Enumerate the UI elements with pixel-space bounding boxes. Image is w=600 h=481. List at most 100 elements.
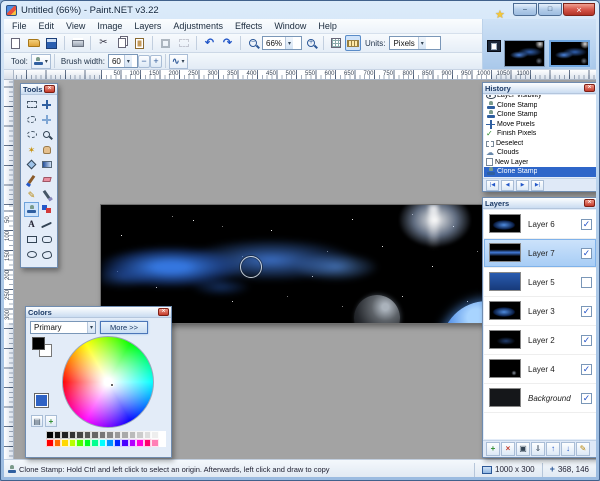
utilities-star-icon[interactable]: ★ [495,10,505,21]
selected-color-swatch[interactable] [34,393,49,408]
tool-clone-stamp[interactable] [24,202,39,217]
layer-visibility-checkbox[interactable]: ✓ [581,393,592,404]
menu-item-adjustments[interactable]: Adjustments [167,19,229,34]
tool-rounded-rectangle[interactable] [39,232,54,247]
color-swatch[interactable] [129,431,137,439]
add-layer-button[interactable]: + [486,442,500,456]
history-close-button[interactable]: × [584,84,595,92]
history-undo-button[interactable]: ◀ [501,180,514,191]
color-swatch[interactable] [54,439,62,447]
color-swatch[interactable] [76,439,84,447]
history-item[interactable]: Finish Pixels [484,129,596,139]
menu-item-view[interactable]: View [60,19,91,34]
tool-gradient[interactable] [39,157,54,172]
color-swatch[interactable] [144,439,152,447]
color-swatch[interactable] [159,431,167,439]
layers-close-button[interactable]: × [584,199,595,207]
add-color-button[interactable]: + [45,415,57,427]
copy-button[interactable] [113,35,130,52]
tool-recolor[interactable] [39,202,54,217]
layer-row[interactable]: Layer 4✓ [484,355,596,384]
move-layer-down-button[interactable]: ↓ [561,442,575,456]
tool-rectangle-select[interactable] [24,97,39,112]
tool-paint-bucket[interactable] [24,157,39,172]
layer-row[interactable]: Layer 2✓ [484,326,596,355]
redo-button[interactable]: ↷ [219,35,236,52]
menu-item-help[interactable]: Help [312,19,343,34]
history-item[interactable]: Deselect [484,139,596,149]
menu-item-image[interactable]: Image [91,19,128,34]
color-swatch[interactable] [61,431,69,439]
tool-ellipse[interactable] [24,247,39,262]
cut-button[interactable]: ✂ [95,35,112,52]
print-button[interactable] [69,35,86,52]
color-swatch[interactable] [151,439,159,447]
units-select[interactable]: Pixels ▾ [389,36,441,50]
tool-magic-wand[interactable] [24,142,39,157]
layer-row[interactable]: Layer 6✓ [484,210,596,239]
layer-visibility-checkbox[interactable]: ✓ [581,306,592,317]
history-item[interactable]: Clouds [484,148,596,158]
color-swatch[interactable] [69,439,77,447]
color-swatch[interactable] [106,431,114,439]
image-tab-2-active[interactable] [549,40,590,67]
color-swatch[interactable] [46,431,54,439]
colors-close-button[interactable]: × [158,308,169,316]
color-swatch[interactable] [136,439,144,447]
layer-visibility-checkbox[interactable]: ✓ [581,335,592,346]
color-swatch[interactable] [54,431,62,439]
antialiasing-select[interactable]: ∿ ▾ [169,54,188,69]
tool-pencil[interactable] [24,187,39,202]
history-item[interactable]: Clone Stamp [484,110,596,120]
menu-item-file[interactable]: File [6,19,33,34]
more-button[interactable]: More >> [100,321,148,334]
tool-eraser[interactable] [39,172,54,187]
history-item[interactable]: New Layer [484,158,596,168]
tool-pan[interactable] [39,142,54,157]
history-item[interactable]: Clone Stamp [484,167,596,177]
color-mode-select[interactable]: Primary ▾ [30,321,96,334]
tool-lasso-select[interactable] [24,112,39,127]
tool-text[interactable] [24,217,39,232]
color-swatch[interactable] [151,431,159,439]
move-layer-up-button[interactable]: ↑ [546,442,560,456]
tools-palette-titlebar[interactable]: Tools × [21,84,57,95]
color-swatch[interactable] [61,439,69,447]
merge-layer-down-button[interactable]: ⇓ [531,442,545,456]
layers-palette-titlebar[interactable]: Layers × [483,198,596,209]
grid-toggle-button[interactable] [328,35,344,51]
tool-ellipse-select[interactable] [24,127,39,142]
color-swatch[interactable] [159,439,167,447]
rulers-toggle-button[interactable] [345,35,361,51]
paste-button[interactable] [131,35,148,52]
image-list-button[interactable] [487,40,501,52]
history-fast-forward-button[interactable]: ▶| [531,180,544,191]
color-swatch[interactable] [121,439,129,447]
color-swatch[interactable] [114,439,122,447]
duplicate-layer-button[interactable]: ▣ [516,442,530,456]
tool-color-picker[interactable] [39,187,54,202]
brush-width-input[interactable]: 60 ▾ [108,54,138,68]
color-swatch[interactable] [99,431,107,439]
tool-zoom[interactable] [39,127,54,142]
layer-visibility-checkbox[interactable]: ✓ [581,219,592,230]
color-swatch[interactable] [69,431,77,439]
delete-layer-button[interactable]: × [501,442,515,456]
tool-freeform[interactable] [39,247,54,262]
history-palette-titlebar[interactable]: History × [483,83,596,94]
color-swatch[interactable] [84,439,92,447]
tool-rectangle[interactable] [24,232,39,247]
color-swatch[interactable] [76,431,84,439]
undo-button[interactable]: ↶ [201,35,218,52]
open-button[interactable] [25,35,42,52]
layer-properties-button[interactable]: ✎ [576,442,590,456]
deselect-button[interactable] [175,35,192,52]
crop-button[interactable] [157,35,174,52]
zoom-level-select[interactable]: 66% ▾ [262,36,302,50]
layer-row[interactable]: Layer 3✓ [484,297,596,326]
new-button[interactable] [7,35,24,52]
layer-visibility-checkbox[interactable]: ✓ [581,248,592,259]
tool-move-selection[interactable] [39,112,54,127]
color-swatch[interactable] [114,431,122,439]
tool-move[interactable] [39,97,54,112]
